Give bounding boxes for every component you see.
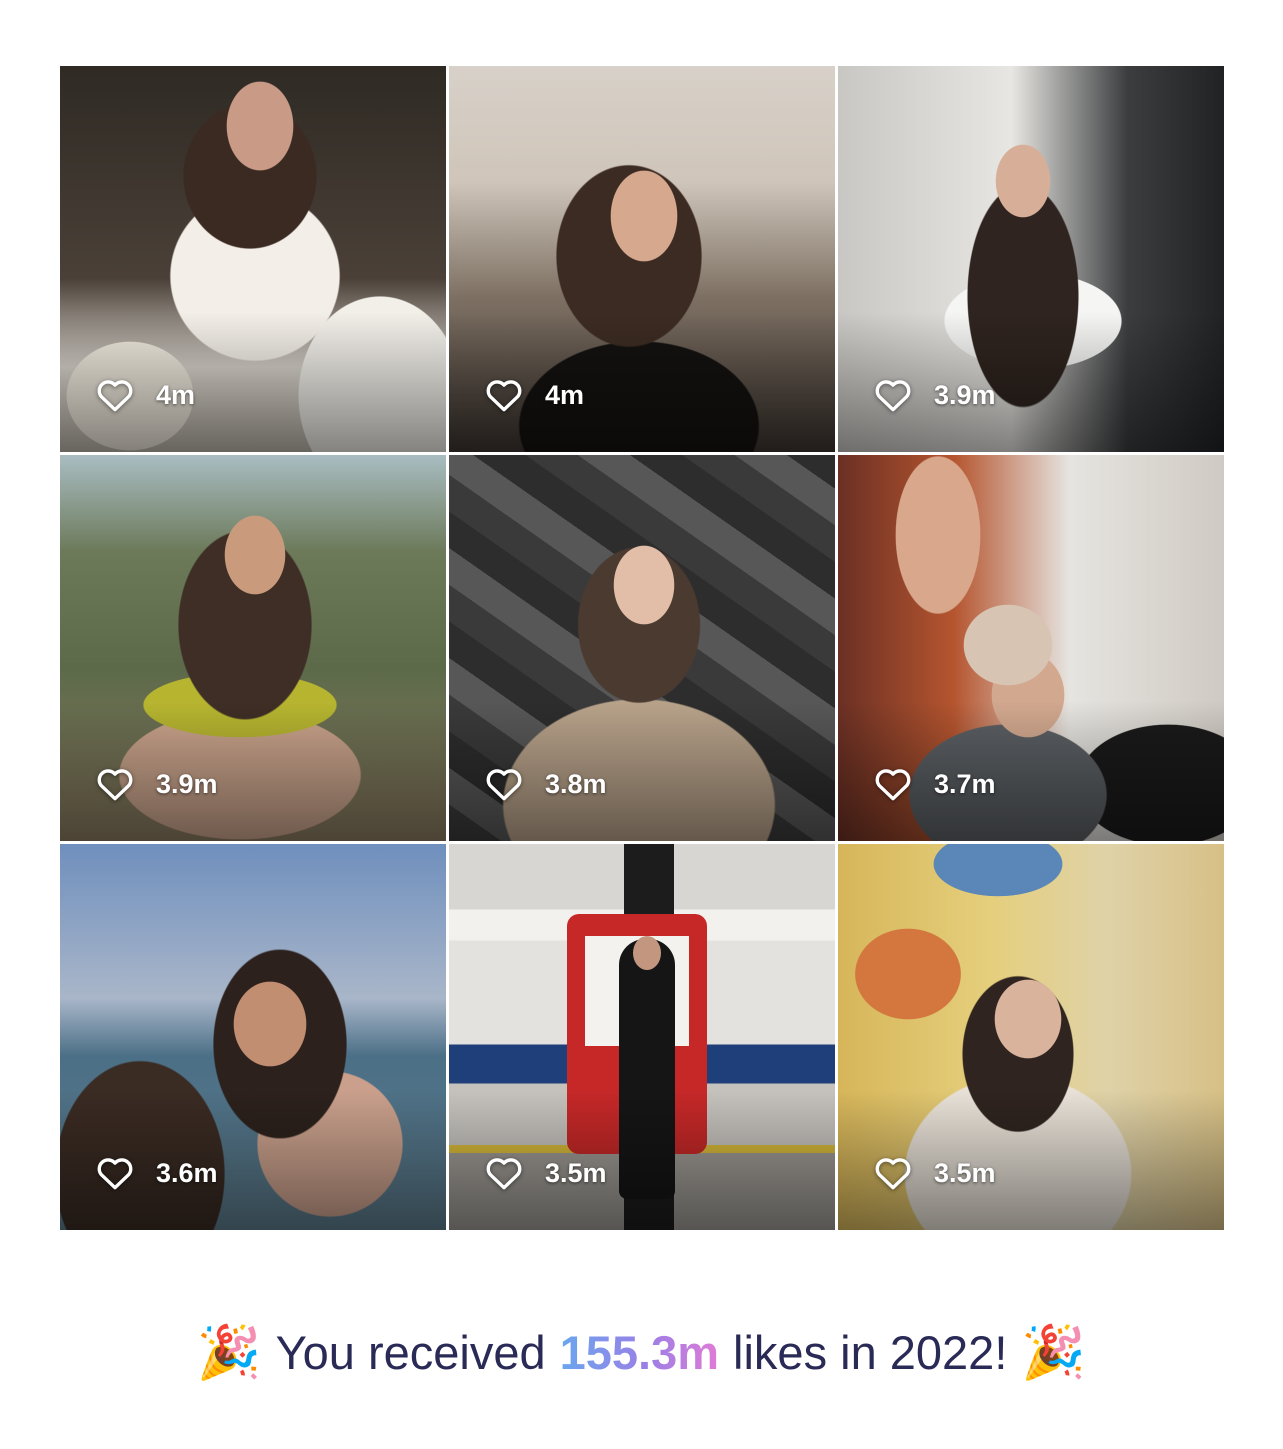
post-tile-9[interactable]: 3.5m xyxy=(838,844,1224,1230)
heart-outline-icon xyxy=(486,769,522,801)
heart-outline-icon xyxy=(875,380,911,412)
heart-outline-icon xyxy=(97,1158,133,1190)
party-popper-icon: 🎉 xyxy=(1021,1322,1087,1383)
like-count: 3.5m xyxy=(874,1156,996,1190)
total-likes: 155.3m xyxy=(559,1326,720,1379)
like-count-label: 3.7m xyxy=(934,768,996,799)
heart-outline-icon xyxy=(875,769,911,801)
like-count-label: 3.9m xyxy=(156,768,218,799)
like-count-label: 3.5m xyxy=(934,1157,996,1188)
post-tile-1[interactable]: 4m xyxy=(60,66,446,452)
summary-prefix: You received xyxy=(275,1326,546,1379)
post-tile-5[interactable]: 3.8m xyxy=(449,455,835,841)
summary-suffix: likes in 2022! xyxy=(733,1326,1008,1379)
like-count: 3.7m xyxy=(874,767,996,801)
like-count: 4m xyxy=(485,378,584,412)
post-tile-8[interactable]: 3.5m xyxy=(449,844,835,1230)
post-tile-4[interactable]: 3.9m xyxy=(60,455,446,841)
photo-grid: 4m 4m 3.9m 3.9m 3.8m 3.7m 3.6m 3.5m 3.5m xyxy=(60,66,1224,1230)
like-count-label: 3.8m xyxy=(545,768,607,799)
like-count: 3.5m xyxy=(485,1156,607,1190)
like-count: 3.6m xyxy=(96,1156,218,1190)
likes-summary: 🎉 You received 155.3m likes in 2022! 🎉 xyxy=(0,1325,1283,1380)
heart-outline-icon xyxy=(97,380,133,412)
post-tile-7[interactable]: 3.6m xyxy=(60,844,446,1230)
party-popper-icon: 🎉 xyxy=(196,1322,262,1383)
like-count-label: 3.6m xyxy=(156,1157,218,1188)
post-tile-6[interactable]: 3.7m xyxy=(838,455,1224,841)
post-tile-2[interactable]: 4m xyxy=(449,66,835,452)
post-tile-3[interactable]: 3.9m xyxy=(838,66,1224,452)
like-count-label: 4m xyxy=(156,379,196,410)
like-count: 3.9m xyxy=(96,767,218,801)
like-count-label: 3.9m xyxy=(934,379,996,410)
heart-outline-icon xyxy=(486,380,522,412)
heart-outline-icon xyxy=(486,1158,522,1190)
like-count-label: 4m xyxy=(545,379,585,410)
heart-outline-icon xyxy=(875,1158,911,1190)
heart-outline-icon xyxy=(97,769,133,801)
like-count: 3.9m xyxy=(874,378,996,412)
like-count-label: 3.5m xyxy=(545,1157,607,1188)
like-count: 4m xyxy=(96,378,195,412)
like-count: 3.8m xyxy=(485,767,607,801)
